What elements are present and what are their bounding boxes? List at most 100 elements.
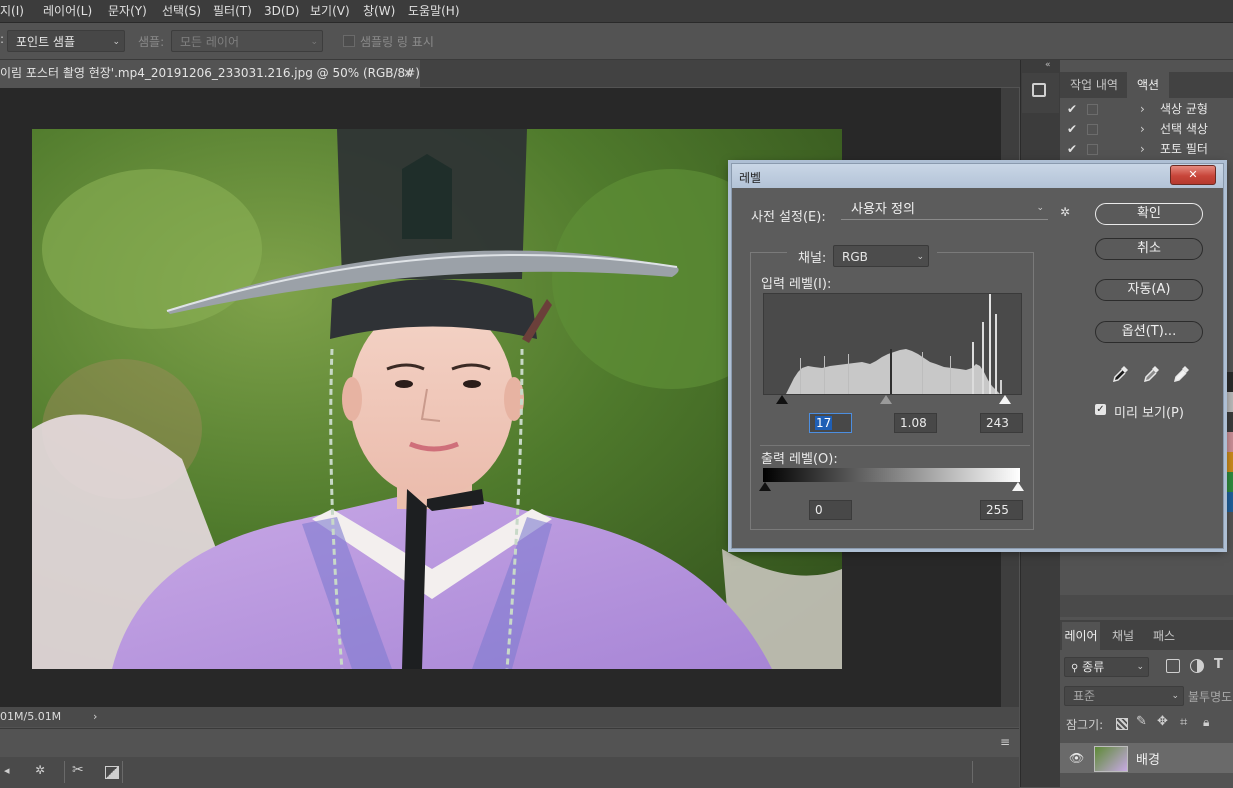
sample-size-select[interactable]: 포인트 샘플 ⌄: [7, 30, 125, 52]
layer-row[interactable]: 👁︎ 배경: [1060, 743, 1233, 773]
close-icon[interactable]: ×: [403, 60, 413, 87]
divider: [760, 445, 1030, 446]
actions-panel-footer: [1060, 595, 1233, 617]
layer-filter-select[interactable]: ⚲ 종류 ⌄: [1064, 657, 1149, 677]
menu-type[interactable]: 문자(Y): [108, 0, 147, 22]
check-icon[interactable]: ✔: [1067, 139, 1077, 159]
sampling-ring-checkbox[interactable]: [343, 35, 355, 47]
type-filter-icon[interactable]: T: [1214, 657, 1223, 672]
preview-checkbox[interactable]: ✓: [1095, 404, 1106, 415]
document-tab[interactable]: 이림 포스터 촬영 현장'.mp4_20191206_233031.216.jp…: [0, 60, 420, 87]
channel-label: 채널:: [798, 251, 827, 266]
layer-filter-value: 종류: [1082, 660, 1105, 674]
preset-options-gear-icon[interactable]: ✲: [1060, 205, 1070, 219]
audio-icon[interactable]: ◂: [4, 764, 10, 777]
lock-pixels-icon[interactable]: [1116, 718, 1128, 730]
dialog-toggle-icon[interactable]: [1087, 124, 1098, 135]
check-icon[interactable]: ✔: [1067, 119, 1077, 139]
sample-layers-select[interactable]: 모든 레이어 ⌄: [171, 30, 323, 52]
sample-label: 샘플:: [138, 35, 165, 49]
menu-view[interactable]: 보기(V): [310, 0, 350, 22]
menu-select[interactable]: 선택(S): [162, 0, 201, 22]
options-button[interactable]: 옵션(T)...: [1095, 321, 1203, 343]
actions-panel-tabs: 작업 내역 액션: [1060, 72, 1233, 98]
output-white-slider[interactable]: [1012, 482, 1024, 491]
close-button[interactable]: ✕: [1170, 165, 1216, 185]
output-gradient: [763, 468, 1020, 482]
tab-channels[interactable]: 채널: [1112, 622, 1134, 650]
menu-filter[interactable]: 필터(T): [213, 0, 252, 22]
output-black-field[interactable]: 0: [809, 500, 852, 520]
artboard-icon[interactable]: ⌗: [1180, 715, 1187, 730]
tab-paths[interactable]: 패스: [1153, 622, 1175, 650]
chevron-down-icon: ⌄: [916, 252, 924, 262]
channel-select[interactable]: RGB ⌄: [833, 245, 929, 267]
document-image[interactable]: [32, 129, 842, 669]
adjustment-filter-icon[interactable]: [1190, 659, 1204, 673]
chevron-right-icon[interactable]: ›: [1140, 139, 1145, 159]
black-eyedropper-icon[interactable]: [1112, 364, 1130, 384]
panel-menu-icon[interactable]: ≡: [1000, 735, 1010, 749]
3d-icon[interactable]: [1032, 83, 1046, 97]
blend-mode-select[interactable]: 표준 ⌄: [1064, 686, 1184, 706]
output-black-slider[interactable]: [759, 482, 771, 491]
levels-dialog: 레벨 ✕ 사전 설정(E): 사용자 정의 ⌄ ✲ 채널: RGB ⌄ 입력 레…: [731, 163, 1224, 549]
tab-history[interactable]: 작업 내역: [1062, 72, 1126, 98]
action-label: 포토 필터: [1160, 142, 1208, 156]
gear-icon[interactable]: ✲: [35, 763, 45, 777]
move-icon[interactable]: ✥: [1157, 714, 1168, 729]
gamma-slider[interactable]: [880, 395, 892, 404]
ok-button[interactable]: 확인: [1095, 203, 1203, 225]
dialog-title-bar[interactable]: 레벨 ✕: [732, 164, 1223, 188]
menu-window[interactable]: 창(W): [363, 0, 395, 22]
chevron-right-icon[interactable]: ›: [1140, 119, 1145, 139]
timeline-panel: ≡ ◂ ✲ ✂: [0, 728, 1019, 788]
output-white-field[interactable]: 255: [980, 500, 1023, 520]
menu-image[interactable]: 지(I): [0, 0, 24, 22]
divider: [64, 761, 65, 783]
brush-icon[interactable]: ✎: [1136, 714, 1147, 729]
black-point-slider[interactable]: [776, 395, 788, 404]
input-white-field[interactable]: 243: [980, 413, 1023, 433]
action-row[interactable]: ✔ › 선택 색상: [1060, 119, 1233, 139]
histogram: [763, 293, 1022, 395]
chevron-right-icon[interactable]: ›: [1140, 99, 1145, 119]
preset-select[interactable]: 사용자 정의 ⌄: [841, 203, 1048, 220]
input-black-field[interactable]: 17: [809, 413, 852, 433]
lock-icon[interactable]: 🔒︎: [1203, 715, 1209, 730]
dialog-toggle-icon[interactable]: [1087, 144, 1098, 155]
menu-3d[interactable]: 3D(D): [264, 0, 299, 22]
options-bar: : 포인트 샘플 ⌄ 샘플: 모든 레이어 ⌄ 샘플링 링 표시: [0, 23, 1233, 60]
auto-button[interactable]: 자동(A): [1095, 279, 1203, 301]
status-bar: 01M/5.01M ›: [0, 707, 1019, 727]
scissors-icon[interactable]: ✂: [72, 762, 84, 778]
input-gamma-field[interactable]: 1.08: [894, 413, 937, 433]
tab-layers[interactable]: 레이어: [1062, 622, 1100, 650]
white-point-slider[interactable]: [999, 395, 1011, 404]
action-row[interactable]: ✔ › 포토 필터: [1060, 139, 1233, 159]
gray-eyedropper-icon[interactable]: [1143, 364, 1161, 384]
sample-layers-value: 모든 레이어: [180, 35, 240, 49]
sampling-ring-label: 샘플링 링 표시: [360, 35, 434, 49]
image-filter-icon[interactable]: [1166, 659, 1180, 673]
chevron-down-icon: ⌄: [310, 37, 318, 47]
document-title: 이림 포스터 촬영 현장'.mp4_20191206_233031.216.jp…: [0, 66, 420, 80]
eye-icon[interactable]: 👁︎: [1069, 751, 1084, 765]
tab-actions[interactable]: 액션: [1127, 72, 1169, 98]
cancel-button[interactable]: 취소: [1095, 238, 1203, 260]
action-row[interactable]: ✔ › 색상 균형: [1060, 99, 1233, 119]
action-label: 색상 균형: [1160, 102, 1208, 116]
chevron-down-icon: ⌄: [1036, 203, 1044, 213]
dialog-toggle-icon[interactable]: [1087, 104, 1098, 115]
status-menu-arrow[interactable]: ›: [93, 707, 97, 727]
action-label: 선택 색상: [1160, 122, 1208, 136]
collapse-icon[interactable]: «: [1045, 60, 1051, 70]
lock-label: 잠그기:: [1066, 718, 1104, 732]
white-eyedropper-icon[interactable]: [1173, 364, 1191, 384]
transition-icon[interactable]: [105, 766, 119, 779]
output-levels-label: 출력 레벨(O):: [761, 452, 838, 467]
timeline-toolbar: ◂ ✲ ✂: [0, 757, 1019, 788]
check-icon[interactable]: ✔: [1067, 99, 1077, 119]
menu-layer[interactable]: 레이어(L): [43, 0, 92, 22]
menu-help[interactable]: 도움말(H): [408, 0, 460, 22]
